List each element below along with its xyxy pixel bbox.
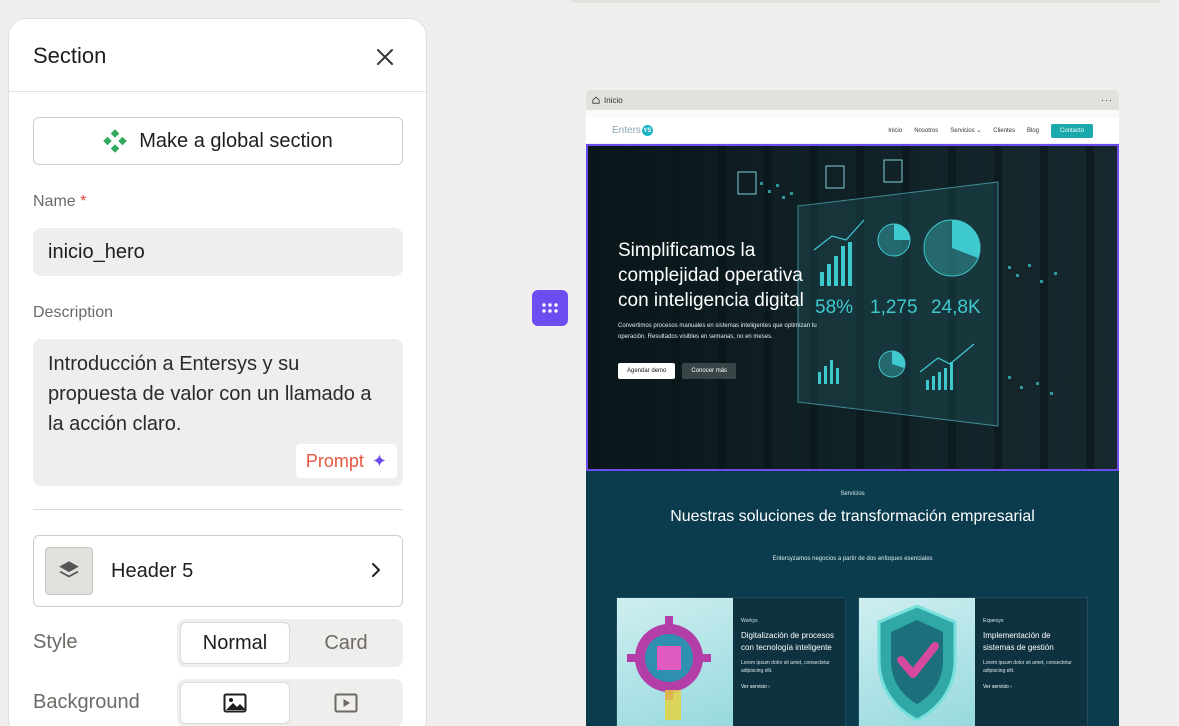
services-title: Nuestras soluciones de transformación em… [670, 508, 1035, 525]
description-textarea[interactable]: Introducción a Entersys y su propuesta d… [33, 339, 403, 486]
image-icon [223, 693, 247, 713]
name-input[interactable] [33, 228, 403, 276]
preview-gap [586, 110, 1119, 118]
background-label: Background [33, 691, 140, 713]
service-kicker: Workys [741, 618, 758, 624]
canvas-top-strip [570, 0, 1162, 3]
style-segmented-control: Normal Card [177, 619, 403, 667]
divider [33, 509, 403, 510]
hero-stat-3: 24,8K [931, 297, 981, 318]
shield-check-illustration [859, 598, 975, 726]
background-option-image[interactable] [180, 682, 290, 724]
services-section[interactable]: Servicios Nuestras soluciones de transfo… [586, 471, 1119, 726]
service-card-text: Expersys Implementación de sistemas de g… [983, 618, 1083, 675]
service-card-workys[interactable]: Workys Digitalización de procesos con te… [616, 597, 846, 726]
close-icon [377, 49, 393, 65]
nav-item-servicios[interactable]: Servicios ⌄ [950, 127, 981, 134]
hero-subtitle: Convertimos procesos manuales en sistema… [618, 323, 817, 340]
gear-illustration [617, 598, 733, 726]
hero-demo-button[interactable]: Agendar demo [618, 363, 676, 379]
nav-item-clientes[interactable]: Clientes [993, 128, 1015, 134]
description-text: Introducción a Entersys y su propuesta d… [48, 353, 372, 435]
section-drag-handle[interactable] [532, 290, 568, 326]
chevron-down-icon: ⌄ [976, 128, 982, 134]
service-card-expersys[interactable]: Expersys Implementación de sistemas de g… [858, 597, 1088, 726]
hero-title: Simplificamos la complejidad operativa c… [618, 240, 804, 311]
site-preview: Inicio ··· Enters YS Inicio Nosotros Ser… [586, 90, 1119, 726]
service-name: Digitalización de procesos con tecnologí… [741, 631, 834, 652]
make-global-section-button[interactable]: Make a global section [33, 117, 403, 165]
logo-mark: YS [641, 125, 653, 136]
prompt-label: Prompt [305, 450, 364, 471]
nav-item-inicio[interactable]: Inicio [888, 128, 902, 134]
description-label: Description [33, 304, 114, 321]
service-link[interactable]: Ver servicio › [741, 684, 770, 690]
component-diamond-icon [103, 129, 128, 153]
logo-text: Enters [612, 125, 641, 136]
services-eyebrow: Servicios [840, 491, 865, 497]
hero-stat-2: 1,275 [870, 297, 918, 318]
hero-section-selected[interactable]: 58% 1,275 24,8K Simplificamos la complej… [586, 144, 1119, 471]
nav-links: Inicio Nosotros Servicios ⌄ Clientes Blo… [888, 123, 1093, 138]
style-option-card[interactable]: Card [292, 622, 400, 664]
prompt-button[interactable]: Prompt ✦ [295, 444, 397, 478]
browser-bar: Inicio ··· [586, 90, 1119, 110]
layers-icon [45, 547, 93, 595]
hero-buttons: Agendar demo Conocer más [618, 363, 737, 379]
services-subtitle: Entersyzamos negocios a partir de dos en… [772, 556, 933, 562]
required-mark: * [80, 193, 87, 210]
section-settings-panel: Section Make a global section Name * Des… [8, 18, 427, 726]
nav-contact-button[interactable]: Contacto [1050, 123, 1093, 138]
style-label: Style [33, 631, 78, 653]
site-logo[interactable]: Enters YS [612, 125, 653, 136]
header-component-selector[interactable]: Header 5 [33, 535, 403, 607]
service-name: Implementación de sistemas de gestión [983, 631, 1054, 652]
close-button[interactable] [373, 45, 397, 69]
site-navbar: Enters YS Inicio Nosotros Servicios ⌄ Cl… [586, 118, 1119, 144]
video-icon [334, 693, 358, 713]
service-desc: Lorem ipsum dolor sit amet, consectetur … [983, 660, 1072, 674]
browser-menu[interactable]: ··· [1101, 95, 1113, 105]
panel-title: Section [33, 43, 107, 68]
make-global-section-label: Make a global section [139, 129, 333, 152]
header-component-label: Header 5 [111, 560, 194, 582]
drag-grip-icon [542, 303, 558, 313]
service-desc: Lorem ipsum dolor sit amet, consectetur … [741, 660, 830, 674]
sparkle-icon: ✦ [371, 450, 387, 471]
style-option-normal[interactable]: Normal [180, 622, 290, 664]
nav-item-nosotros[interactable]: Nosotros [914, 128, 938, 134]
hero-learn-more-button[interactable]: Conocer más [682, 363, 737, 379]
chevron-right-icon [372, 563, 380, 577]
home-icon [592, 96, 600, 104]
browser-tab-title: Inicio [604, 95, 623, 105]
background-option-video[interactable] [292, 682, 400, 724]
name-label: Name * [33, 193, 87, 210]
background-segmented-control [177, 679, 403, 726]
nav-item-blog[interactable]: Blog [1027, 128, 1039, 134]
panel-header: Section [9, 19, 426, 92]
service-kicker: Expersys [983, 618, 1004, 624]
service-card-text: Workys Digitalización de procesos con te… [741, 618, 841, 675]
service-link[interactable]: Ver servicio › [983, 684, 1012, 690]
